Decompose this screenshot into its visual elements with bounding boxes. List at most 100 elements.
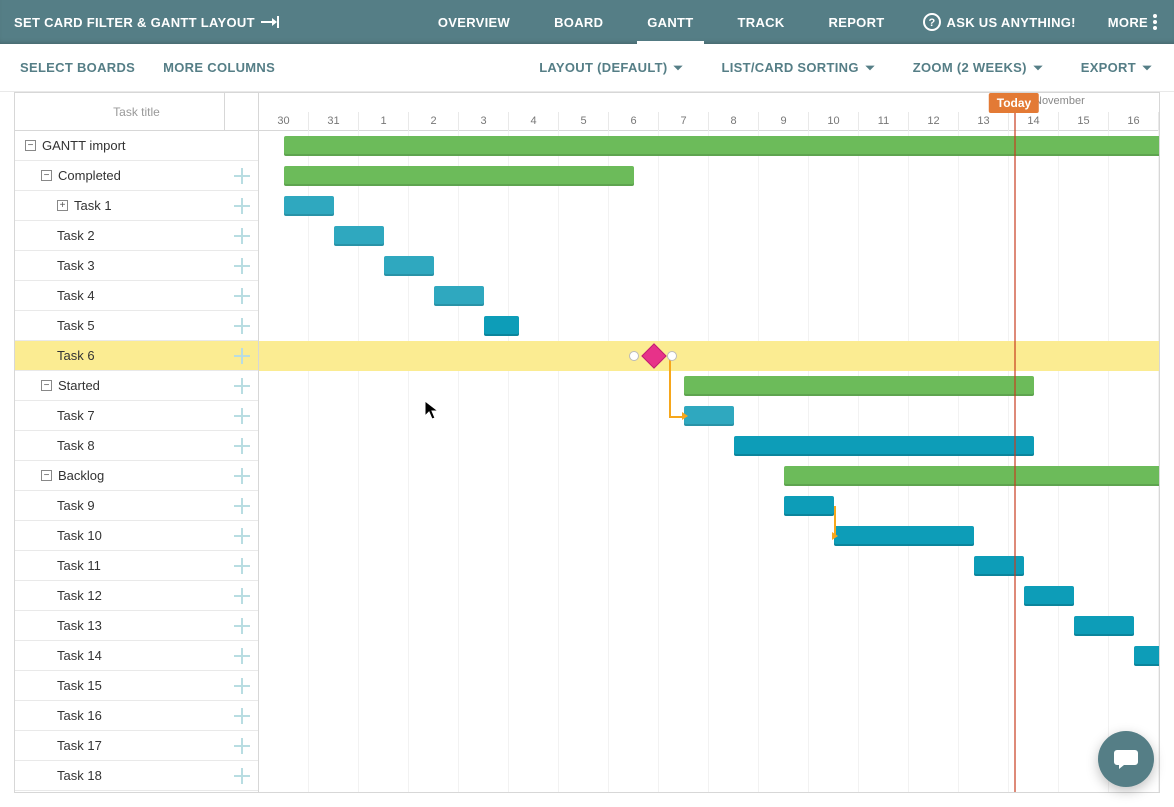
task-row[interactable]: Task 18 [15, 761, 258, 791]
task-row[interactable]: Task 13 [15, 611, 258, 641]
add-task-icon[interactable] [234, 768, 250, 784]
gantt-bar[interactable] [384, 256, 434, 276]
task-row[interactable]: Task 7 [15, 401, 258, 431]
gantt-bar[interactable] [1074, 616, 1134, 636]
task-row[interactable]: Task 16 [15, 701, 258, 731]
task-row[interactable]: Task 3 [15, 251, 258, 281]
gantt-bar[interactable] [684, 406, 734, 426]
task-row[interactable]: Task 15 [15, 671, 258, 701]
add-task-icon[interactable] [234, 468, 250, 484]
timeline-pane[interactable]: November 30311234567891011121314151617 T… [259, 93, 1159, 792]
task-row[interactable]: Task 8 [15, 431, 258, 461]
add-task-icon[interactable] [234, 618, 250, 634]
task-label: Task 7 [57, 408, 95, 423]
filter-label: SET CARD FILTER & GANTT LAYOUT [14, 15, 255, 30]
task-label: Task 6 [57, 348, 95, 363]
add-task-icon[interactable] [234, 498, 250, 514]
collapse-icon[interactable]: − [25, 140, 36, 151]
gantt-bar[interactable] [284, 136, 1159, 156]
add-task-icon[interactable] [234, 528, 250, 544]
task-row[interactable]: +Task 1 [15, 191, 258, 221]
gantt-bar[interactable] [434, 286, 484, 306]
task-label: Task 14 [57, 648, 102, 663]
task-row[interactable]: Task 5 [15, 311, 258, 341]
collapse-icon[interactable]: − [41, 170, 52, 181]
sorting-dropdown[interactable]: LIST/CARD SORTING [721, 60, 876, 75]
add-task-icon[interactable] [234, 408, 250, 424]
milestone-handle[interactable] [629, 351, 639, 361]
task-row[interactable]: Task 9 [15, 491, 258, 521]
gantt-bar[interactable] [1134, 646, 1159, 666]
add-task-icon[interactable] [234, 708, 250, 724]
gantt-bar[interactable] [684, 376, 1034, 396]
task-row[interactable]: −Completed [15, 161, 258, 191]
add-task-icon[interactable] [234, 738, 250, 754]
day-header-cell: 6 [609, 112, 659, 131]
collapse-icon[interactable]: − [41, 470, 52, 481]
expand-icon[interactable]: + [57, 200, 68, 211]
layout-dropdown[interactable]: LAYOUT (DEFAULT) [539, 60, 685, 75]
task-row[interactable]: Task 11 [15, 551, 258, 581]
gantt-bar[interactable] [484, 316, 519, 336]
task-row[interactable]: Task 4 [15, 281, 258, 311]
gantt-bar[interactable] [784, 496, 834, 516]
day-header-cell: 30 [259, 112, 309, 131]
add-task-icon[interactable] [234, 258, 250, 274]
add-task-icon[interactable] [234, 318, 250, 334]
more-columns-button[interactable]: MORE COLUMNS [163, 60, 275, 75]
gantt-bar[interactable] [834, 526, 974, 546]
chat-button[interactable] [1098, 731, 1154, 787]
task-row[interactable]: −Backlog [15, 461, 258, 491]
add-task-icon[interactable] [234, 588, 250, 604]
filter-layout-button[interactable]: SET CARD FILTER & GANTT LAYOUT [0, 0, 293, 44]
gantt-row [259, 461, 1159, 491]
add-task-icon[interactable] [234, 228, 250, 244]
task-row[interactable]: Task 2 [15, 221, 258, 251]
milestone-diamond[interactable] [641, 343, 666, 368]
task-row[interactable]: −GANTT import [15, 131, 258, 161]
add-task-icon[interactable] [234, 678, 250, 694]
gantt-bar[interactable] [974, 556, 1024, 576]
task-row[interactable]: −Started [15, 371, 258, 401]
nav-tab-board[interactable]: BOARD [532, 0, 625, 44]
nav-tab-report[interactable]: REPORT [807, 0, 907, 44]
chevron-down-icon [671, 61, 685, 75]
task-row[interactable]: Task 12 [15, 581, 258, 611]
task-row[interactable]: Task 10 [15, 521, 258, 551]
task-row[interactable]: Task 6 [15, 341, 258, 371]
gantt-toolbar: SELECT BOARDS MORE COLUMNS LAYOUT (DEFAU… [0, 44, 1174, 92]
gantt-bar[interactable] [1024, 586, 1074, 606]
gantt-bar[interactable] [734, 436, 1034, 456]
ask-us-anything-button[interactable]: ? ASK US ANYTHING! [907, 13, 1092, 31]
task-row[interactable]: Task 17 [15, 731, 258, 761]
gantt-row [259, 521, 1159, 551]
milestone-handle[interactable] [667, 351, 677, 361]
main-nav: OVERVIEWBOARDGANTTTRACKREPORT [416, 0, 907, 44]
day-header-cell: 4 [509, 112, 559, 131]
nav-tab-track[interactable]: TRACK [716, 0, 807, 44]
add-task-icon[interactable] [234, 288, 250, 304]
export-dropdown[interactable]: EXPORT [1081, 60, 1154, 75]
select-boards-button[interactable]: SELECT BOARDS [20, 60, 135, 75]
add-task-icon[interactable] [234, 198, 250, 214]
add-task-icon[interactable] [234, 438, 250, 454]
add-task-icon[interactable] [234, 378, 250, 394]
svg-text:?: ? [928, 17, 935, 29]
day-header-cell: 16 [1109, 112, 1159, 131]
add-task-icon[interactable] [234, 168, 250, 184]
gantt-bar[interactable] [784, 466, 1159, 486]
task-row[interactable]: Task 14 [15, 641, 258, 671]
more-menu-button[interactable]: MORE [1092, 13, 1174, 31]
gantt-row [259, 491, 1159, 521]
zoom-dropdown[interactable]: ZOOM (2 WEEKS) [913, 60, 1045, 75]
gantt-bar[interactable] [284, 196, 334, 216]
day-header-cell: 13 [959, 112, 1009, 131]
gantt-bar[interactable] [334, 226, 384, 246]
collapse-icon[interactable]: − [41, 380, 52, 391]
nav-tab-gantt[interactable]: GANTT [625, 0, 715, 44]
add-task-icon[interactable] [234, 648, 250, 664]
add-task-icon[interactable] [234, 348, 250, 364]
gantt-bar[interactable] [284, 166, 634, 186]
add-task-icon[interactable] [234, 558, 250, 574]
nav-tab-overview[interactable]: OVERVIEW [416, 0, 532, 44]
